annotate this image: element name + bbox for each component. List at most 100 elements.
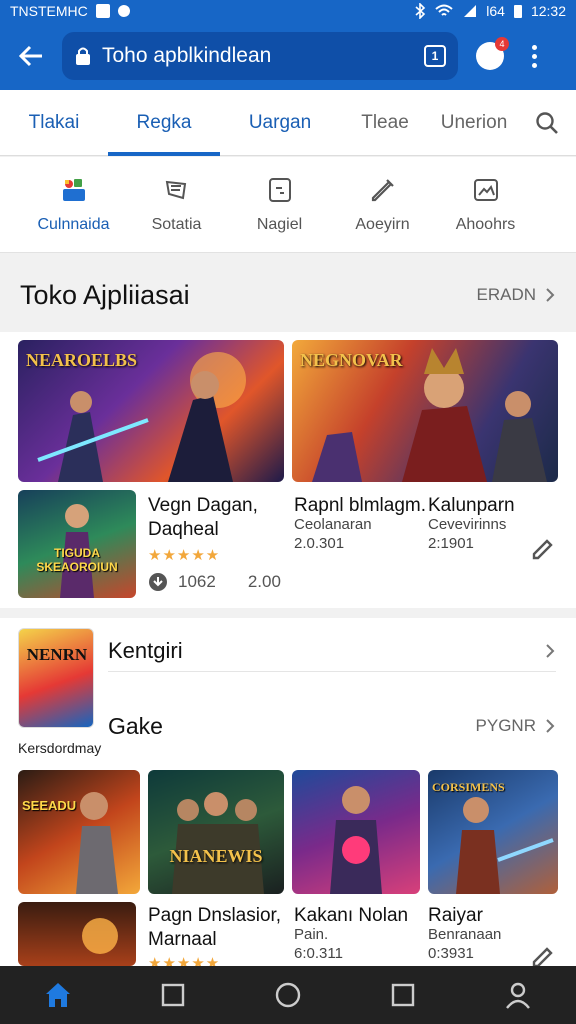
category-1[interactable]: Sotatia bbox=[125, 157, 228, 252]
featured-app-meta: 1062 2.00 bbox=[148, 572, 281, 592]
banner-title: NEGNOVAR bbox=[300, 350, 403, 370]
rating-stars: ★★★★★ bbox=[148, 547, 221, 564]
battery-label: l64 bbox=[486, 3, 505, 19]
subtitle-line: Ceolanaran bbox=[294, 516, 372, 533]
nav-account-button[interactable] bbox=[488, 966, 548, 1024]
clock: 12:32 bbox=[530, 3, 566, 19]
nav-circle-button[interactable] bbox=[258, 966, 318, 1024]
search-button[interactable] bbox=[518, 90, 576, 156]
tab-4[interactable]: Unerion bbox=[430, 90, 518, 156]
url-text: Toho apblkindlean bbox=[102, 44, 272, 67]
url-bar[interactable]: Toho apblkindlean 1 bbox=[62, 32, 458, 80]
game-list-title-0[interactable]: Pagn Dnslasior, Marnaal bbox=[148, 904, 281, 952]
overflow-menu-button[interactable] bbox=[512, 22, 556, 90]
status-bar: TNSTEMHC l64 12:32 bbox=[0, 0, 576, 22]
subtitle-line: Pain. bbox=[294, 926, 329, 943]
square-icon bbox=[161, 983, 184, 1007]
category-row: Culnnaida Sotatia Nagiel Aoeyirn Ahoohrs bbox=[0, 157, 576, 253]
play-store-screen: TNSTEMHC l64 12:32 Toho apblkindlean 1 4 bbox=[0, 0, 576, 1024]
edit-icon[interactable] bbox=[530, 536, 556, 562]
circle-icon bbox=[275, 982, 301, 1008]
subtitle-line: 2.0.301 bbox=[294, 534, 345, 552]
featured-banner-left[interactable]: NEAROELBS bbox=[18, 340, 284, 482]
notification-icon bbox=[95, 4, 110, 18]
back-arrow-icon bbox=[18, 45, 42, 67]
nav-home-button[interactable] bbox=[28, 966, 88, 1024]
nav-recents-button[interactable] bbox=[373, 966, 433, 1024]
edit-icon[interactable] bbox=[530, 944, 556, 966]
featured-app-thumbnail[interactable]: TIGUDA SKEAOROIUN bbox=[18, 490, 136, 598]
game-card-1[interactable]: NIANEWIS bbox=[148, 770, 284, 894]
app2-subtitle: Ceolanaran 2.0.301 bbox=[294, 516, 372, 554]
back-button[interactable] bbox=[0, 22, 62, 90]
logo-text: NENRN bbox=[26, 645, 88, 664]
wifi-icon bbox=[435, 4, 453, 16]
section2-row2[interactable]: Gake PYGNR bbox=[108, 706, 556, 746]
chevron-right-icon bbox=[546, 288, 555, 302]
recents-icon bbox=[391, 983, 415, 1007]
pen-icon bbox=[371, 178, 394, 201]
menu-dot bbox=[531, 53, 537, 59]
tab-bar: Tlakai Regka Uargan Tleae Unerion bbox=[0, 90, 576, 156]
category-label: Aoeyirn bbox=[355, 215, 410, 233]
featured-panel: NEAROELBS NEGNOVAR TIGUDA SKEAOROIUN Veg… bbox=[0, 332, 576, 608]
game-art-image bbox=[76, 792, 118, 894]
notification-badge: 4 bbox=[495, 37, 509, 51]
category-3[interactable]: Aoeyirn bbox=[331, 157, 434, 252]
game-card-4[interactable] bbox=[18, 902, 136, 966]
category-0[interactable]: Culnnaida bbox=[22, 157, 125, 252]
game-card-2[interactable] bbox=[292, 770, 420, 894]
app-price: 2.00 bbox=[247, 572, 281, 591]
section-title: Toko Ajpliiasai bbox=[20, 279, 190, 310]
tab-1[interactable]: Regka bbox=[108, 90, 220, 156]
device-icon bbox=[268, 177, 291, 202]
app3-title[interactable]: Kalunparn bbox=[428, 494, 515, 518]
app2-title[interactable]: Rapnl blmlagm. bbox=[294, 494, 426, 518]
app3-subtitle: Cevevirinns 2:1901 bbox=[428, 516, 506, 554]
tab-0[interactable]: Tlakai bbox=[0, 90, 108, 156]
section-more-link[interactable]: PYGNR bbox=[476, 716, 556, 736]
subtitle-line: 0:3931 bbox=[428, 944, 474, 962]
games-panel: NENRN Kentgiri Gake PYGNR Kersdordmay SE… bbox=[0, 618, 576, 972]
section-more-link[interactable]: ERADN bbox=[476, 285, 556, 305]
games-logo-thumbnail[interactable]: NENRN bbox=[18, 628, 94, 728]
game-card-3[interactable]: CORSIMENS bbox=[428, 770, 558, 894]
section2-row1[interactable]: Kentgiri bbox=[108, 630, 556, 672]
featured-banner-right[interactable]: NEGNOVAR bbox=[292, 340, 558, 482]
subtitle-line: 6:0.311 bbox=[294, 944, 343, 962]
nav-square-button[interactable] bbox=[143, 966, 203, 1024]
search-icon bbox=[536, 111, 558, 134]
category-label: Ahoohrs bbox=[455, 215, 516, 233]
profile-button[interactable]: 4 bbox=[476, 37, 509, 70]
download-icon bbox=[149, 573, 167, 591]
banner-title: NEAROELBS bbox=[26, 350, 138, 370]
subtitle-line: Benranaan bbox=[428, 926, 502, 943]
game-list-title-1[interactable]: Kakanı Nolan bbox=[294, 904, 408, 928]
game-card-0[interactable]: SEEADU bbox=[18, 770, 140, 894]
card-art-title: CORSIMENS bbox=[432, 780, 505, 794]
featured-app-title[interactable]: Vegn Dagan, Daqheal bbox=[148, 494, 258, 542]
lock-icon bbox=[76, 47, 90, 65]
card-art-title: SEEADU bbox=[22, 798, 77, 813]
game-art-image bbox=[82, 918, 118, 954]
tab-switcher-button[interactable]: 1 bbox=[424, 45, 446, 67]
battery-icon bbox=[513, 5, 522, 18]
section-subtitle: Kersdordmay bbox=[18, 740, 102, 756]
chevron-right-icon bbox=[546, 719, 555, 733]
category-4[interactable]: Ahoohrs bbox=[434, 157, 537, 252]
game-list-title-2[interactable]: Raiyar bbox=[428, 904, 483, 928]
game-art-image bbox=[172, 792, 264, 894]
home-icon bbox=[45, 983, 70, 1007]
signal-icon bbox=[464, 5, 477, 17]
tab-3[interactable]: Tleae bbox=[340, 90, 430, 156]
tab-2[interactable]: Uargan bbox=[220, 90, 340, 156]
subtitle-line: 2:1901 bbox=[428, 534, 474, 552]
game-list-subtitle-2: Benranaan 0:3931 bbox=[428, 926, 501, 964]
gallery-icon bbox=[473, 178, 498, 201]
more-link-label: PYGNR bbox=[475, 716, 536, 735]
row-title: Gake bbox=[108, 712, 163, 739]
game-art-image bbox=[60, 504, 94, 598]
category-2[interactable]: Nagiel bbox=[228, 157, 331, 252]
more-link-label: ERADN bbox=[476, 285, 536, 304]
card-art-title: NIANEWIS bbox=[169, 846, 263, 866]
